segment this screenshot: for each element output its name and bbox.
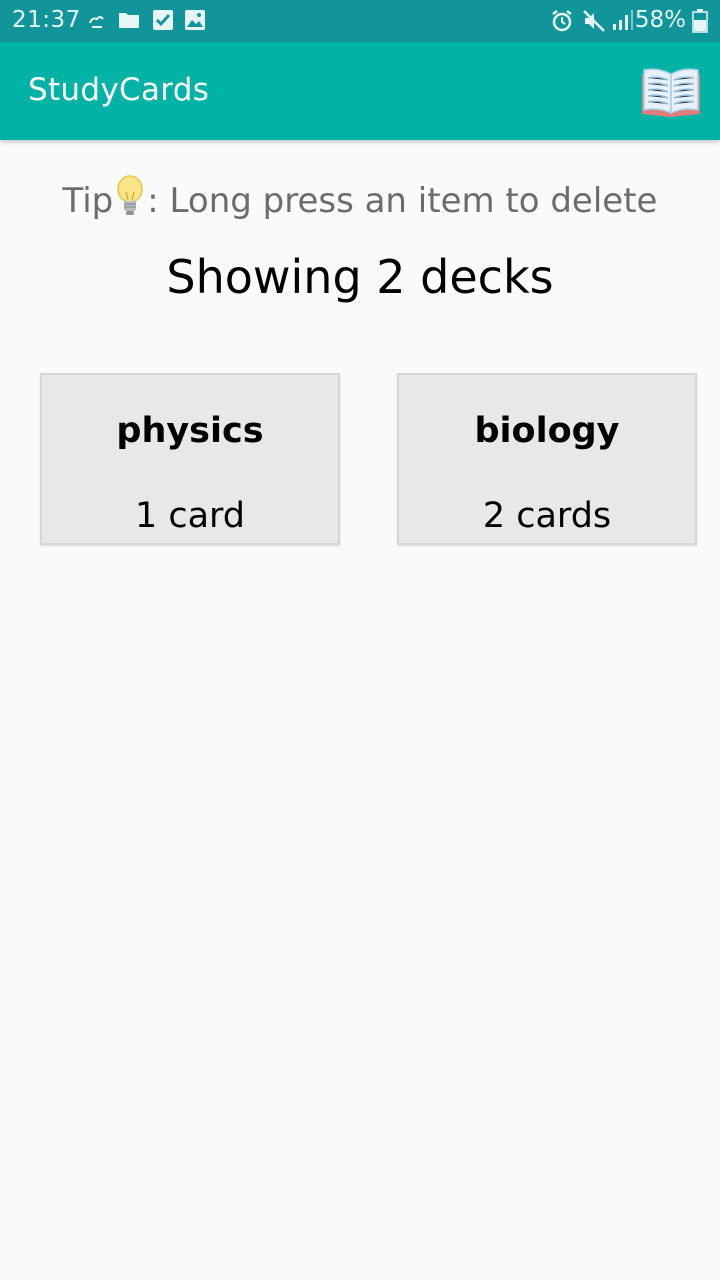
deck-count-heading: Showing 2 decks (166, 250, 554, 304)
alarm-icon (552, 10, 572, 32)
app-bar: StudyCards (0, 42, 720, 140)
deck-card-biology[interactable]: biology 2 cards (397, 373, 697, 545)
tip-text: Tip : Long press an item to delete (0, 174, 720, 221)
tip-prefix: Tip (62, 181, 114, 221)
book-icon[interactable] (640, 64, 702, 118)
cloud-icon (89, 16, 104, 28)
app-title: StudyCards (28, 72, 210, 108)
folder-icon (119, 13, 139, 28)
image-icon (185, 10, 205, 30)
mute-icon (583, 10, 605, 32)
deck-card-count: 1 card (134, 496, 246, 536)
checkbox-icon (153, 10, 173, 30)
battery-percent: 58% (634, 7, 686, 33)
battery-icon (692, 9, 708, 33)
deck-name: physics (116, 411, 264, 451)
tip-message: : Long press an item to delete (147, 181, 658, 221)
lightbulb-icon (117, 175, 144, 215)
deck-card-count: 2 cards (482, 496, 612, 536)
status-bar: 21:37 58% (0, 0, 720, 42)
status-time: 21:37 (12, 7, 81, 33)
signal-icon (613, 10, 633, 30)
deck-name: biology (474, 411, 620, 451)
deck-card-physics[interactable]: physics 1 card (40, 373, 340, 545)
